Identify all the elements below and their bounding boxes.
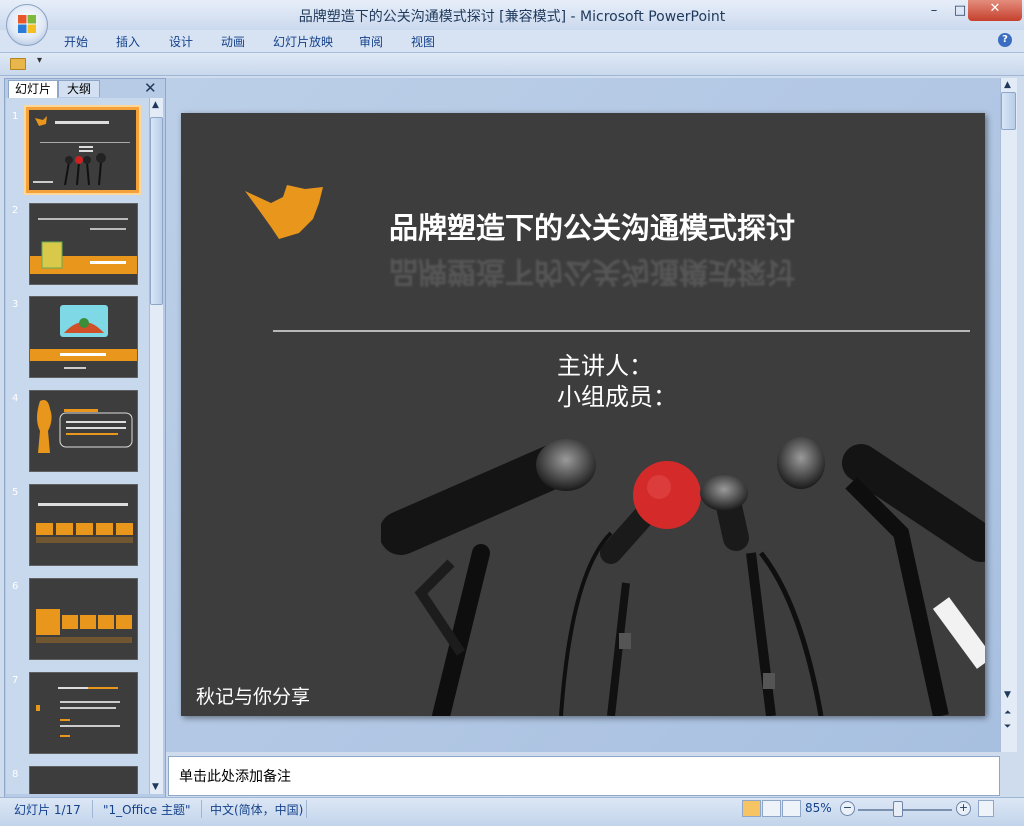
- slide-thumbnail-list[interactable]: 1 2 3 4 5 6 7 8: [6, 98, 149, 794]
- title-bar: 品牌塑造下的公关沟通模式探讨 [兼容模式] - Microsoft PowerP…: [0, 0, 1024, 30]
- minimize-button[interactable]: –: [920, 2, 948, 22]
- previous-slide-icon[interactable]: ⏶: [1004, 708, 1011, 718]
- status-separator: [92, 800, 93, 818]
- open-folder-icon[interactable]: [10, 58, 26, 70]
- notes-placeholder[interactable]: 单击此处添加备注: [179, 766, 291, 786]
- tab-animation[interactable]: 动画: [221, 33, 245, 50]
- office-logo-icon: [18, 15, 36, 33]
- window-title: 品牌塑造下的公关沟通模式探讨 [兼容模式] - Microsoft PowerP…: [298, 9, 726, 25]
- slide-thumbnail-preview: [30, 204, 137, 284]
- slide-thumbnail-7[interactable]: [29, 672, 138, 754]
- slide-thumbnail-preview: [30, 673, 137, 753]
- slide-scrollbar[interactable]: ▲ ▼ ⏶ ⏷: [1000, 78, 1017, 752]
- slide-thumbnail-1[interactable]: [26, 107, 139, 193]
- slide-thumbnail-6[interactable]: [29, 578, 138, 660]
- theme-name: "1_Office 主题": [103, 803, 191, 817]
- normal-view-icon[interactable]: [742, 800, 761, 817]
- office-button[interactable]: [6, 4, 48, 46]
- status-separator: [306, 800, 307, 818]
- slide-number: 6: [12, 581, 19, 592]
- tab-slides[interactable]: 幻灯片: [8, 80, 58, 98]
- ribbon-tabs: 开始 插入 设计 动画 幻灯片放映 审阅 视图 ?: [0, 30, 1024, 53]
- slide-number: 4: [12, 393, 19, 404]
- orange-leaf-logo-icon: [245, 185, 323, 239]
- status-bar: 幻灯片 1/17 "1_Office 主题" 中文(简体，中国) 85%: [0, 797, 1024, 826]
- slide-sorter-view-icon[interactable]: [762, 800, 781, 817]
- quick-access-dropdown-icon[interactable]: ▾: [37, 55, 42, 66]
- members-label[interactable]: 小组成员：: [557, 377, 677, 412]
- tab-insert[interactable]: 插入: [116, 33, 140, 50]
- slide-thumbnail-8[interactable]: [29, 766, 138, 794]
- tab-slideshow[interactable]: 幻灯片放映: [273, 33, 333, 50]
- slide-thumbnail-4[interactable]: [29, 390, 138, 472]
- language-indicator[interactable]: 中文(简体，中国): [210, 801, 303, 818]
- slide-thumbnail-5[interactable]: [29, 484, 138, 566]
- slide-thumbnail-preview: [30, 579, 137, 659]
- slide-counter: 幻灯片 1/17: [14, 803, 81, 817]
- slideshow-view-icon[interactable]: [782, 800, 801, 817]
- current-slide[interactable]: 品牌塑造下的公关沟通模式探讨 品牌塑造下的公关沟通模式探讨 主讲人： 小组成员：: [181, 113, 985, 716]
- slide-number: 3: [12, 299, 19, 310]
- microphones-image: [381, 437, 985, 716]
- slide-number: 1: [12, 111, 19, 122]
- tab-view[interactable]: 视图: [411, 33, 435, 50]
- scroll-down-icon[interactable]: ▼: [1004, 690, 1011, 700]
- notes-pane[interactable]: 单击此处添加备注: [168, 756, 1000, 796]
- tab-design[interactable]: 设计: [169, 33, 193, 50]
- slide-number: 2: [12, 205, 19, 216]
- tab-home[interactable]: 开始: [64, 33, 88, 50]
- scroll-up-icon[interactable]: ▲: [1004, 80, 1011, 90]
- zoom-out-icon[interactable]: −: [840, 801, 855, 816]
- scrollbar-thumb[interactable]: [1001, 92, 1016, 130]
- slide-thumbnail-preview: [29, 110, 136, 190]
- slide-thumbnail-preview: [30, 297, 137, 377]
- slide-thumbnail-3[interactable]: [29, 296, 138, 378]
- slide-thumbnail-preview: [30, 391, 137, 471]
- tab-review[interactable]: 审阅: [359, 33, 383, 50]
- zoom-in-icon[interactable]: +: [956, 801, 971, 816]
- help-icon[interactable]: ?: [998, 33, 1012, 47]
- fit-to-window-icon[interactable]: [978, 800, 994, 817]
- slide-thumbnail-preview: [30, 485, 137, 565]
- close-button[interactable]: ✕: [968, 0, 1022, 21]
- slide-footer-text[interactable]: 秋记与你分享: [196, 682, 310, 709]
- scroll-up-icon[interactable]: ▲: [152, 100, 159, 110]
- zoom-level[interactable]: 85%: [805, 801, 832, 815]
- pane-close-icon[interactable]: ✕: [144, 79, 157, 97]
- status-separator: [201, 800, 202, 818]
- next-slide-icon[interactable]: ⏷: [1004, 722, 1011, 732]
- tab-outline[interactable]: 大纲: [58, 80, 100, 97]
- slide-thumbnail-2[interactable]: [29, 203, 138, 285]
- scrollbar-thumb[interactable]: [150, 117, 163, 305]
- slide-thumbnail-preview: [30, 767, 137, 794]
- slide-title-reflection: 品牌塑造下的公关沟通模式探讨: [389, 255, 796, 289]
- divider-line: [273, 330, 970, 332]
- speaker-label[interactable]: 主讲人：: [557, 346, 653, 381]
- slide-number: 7: [12, 675, 19, 686]
- scroll-down-icon[interactable]: ▼: [152, 782, 159, 792]
- quick-access-toolbar: [0, 53, 1024, 76]
- zoom-slider[interactable]: [858, 809, 952, 811]
- slide-title[interactable]: 品牌塑造下的公关沟通模式探讨: [389, 205, 795, 247]
- zoom-slider-thumb[interactable]: [893, 801, 903, 817]
- slide-number: 5: [12, 487, 19, 498]
- slide-number: 8: [12, 769, 19, 780]
